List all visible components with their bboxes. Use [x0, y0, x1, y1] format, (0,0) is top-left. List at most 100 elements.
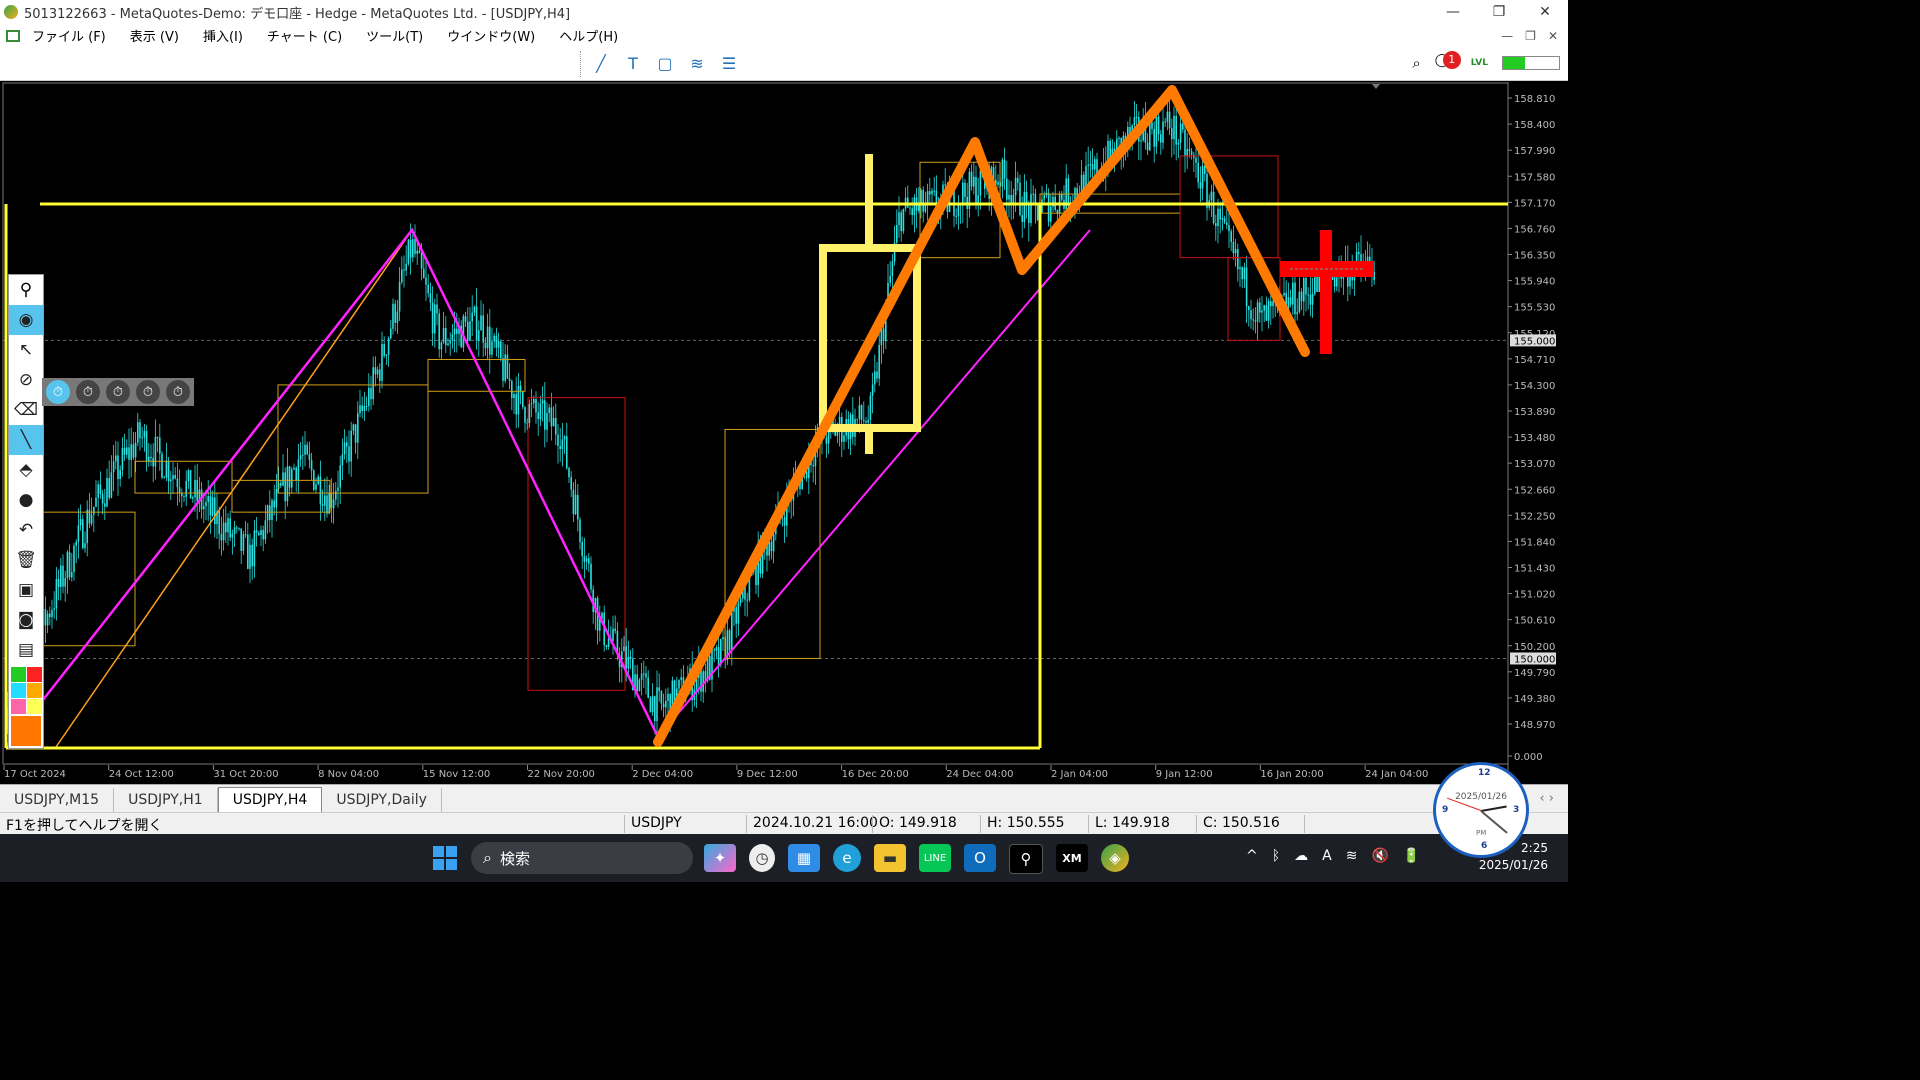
chart-window-icon[interactable]: [6, 29, 20, 42]
candle-body: [874, 371, 876, 385]
pen-icon[interactable]: ╲: [9, 425, 43, 455]
candle-body: [46, 613, 49, 626]
clock-numeral-12: 12: [1478, 768, 1491, 778]
candle-body: [1289, 297, 1292, 305]
candle-body: [53, 608, 55, 610]
candle-body: [60, 565, 62, 588]
projector-icon[interactable]: ▣: [9, 575, 43, 605]
candle-body: [858, 405, 861, 420]
menu-window[interactable]: ウインドウ(W): [447, 26, 535, 45]
ime-icon[interactable]: A: [1322, 848, 1332, 864]
start-button[interactable]: [433, 846, 457, 870]
eye-icon[interactable]: ◉: [9, 305, 43, 335]
trash-icon[interactable]: 🗑: [9, 545, 43, 575]
search-placeholder: 検索: [499, 849, 530, 868]
swatch-red[interactable]: [27, 667, 42, 682]
candle-body: [412, 239, 414, 258]
clock-icon[interactable]: ◷: [749, 844, 775, 872]
volume-muted-icon[interactable]: 🔇: [1371, 848, 1388, 864]
line-icon[interactable]: LINE: [919, 844, 951, 872]
menu-tools[interactable]: ツール(T): [366, 26, 423, 45]
chart-close-button[interactable]: ✕: [1548, 29, 1558, 43]
dot-icon[interactable]: ●: [9, 485, 43, 515]
price-label: 151.020: [1514, 590, 1555, 601]
ruler-icon[interactable]: ⬘: [9, 455, 43, 485]
swatch-pink[interactable]: [11, 699, 26, 714]
tab-usdjpy-h4[interactable]: USDJPY,H4: [217, 787, 323, 812]
candle-body: [563, 436, 566, 440]
analog-clock-widget[interactable]: 12 3 6 9 2025/01/26 PM: [1433, 762, 1529, 858]
channel-tool-icon[interactable]: ☰: [718, 52, 740, 74]
close-button[interactable]: ✕: [1522, 4, 1568, 20]
clipboard-icon[interactable]: ▤: [9, 635, 43, 665]
candle-body: [372, 367, 374, 400]
menu-help[interactable]: ヘルプ(H): [559, 26, 618, 45]
folder-icon[interactable]: ▬: [874, 844, 906, 872]
tab-usdjpy-h1[interactable]: USDJPY,H1: [114, 788, 218, 812]
price-chart[interactable]: 158.810 158.400 157.990 157.580 157.170 156.7…: [0, 82, 1568, 784]
line-tool-icon[interactable]: ╱: [590, 52, 612, 74]
fibonacci-tool-icon[interactable]: ≋: [686, 52, 708, 74]
metatrader-icon[interactable]: ◈: [1101, 844, 1129, 872]
menu-insert[interactable]: 挿入(I): [203, 26, 243, 45]
text-tool-icon[interactable]: T: [622, 52, 644, 74]
wifi-icon[interactable]: ≋: [1346, 848, 1358, 864]
eraser-icon[interactable]: ⌫: [9, 395, 43, 425]
candle-body: [731, 611, 733, 650]
candle-body: [73, 545, 75, 573]
menu-view[interactable]: 表示 (V): [130, 26, 179, 45]
chart-minimize-button[interactable]: —: [1501, 29, 1513, 43]
cloud-icon[interactable]: ☁: [1294, 848, 1308, 864]
candle-body: [902, 208, 905, 232]
edge-icon[interactable]: e: [833, 844, 861, 872]
candle-body: [931, 190, 933, 195]
camera-icon[interactable]: ◙: [9, 605, 43, 635]
minimize-button[interactable]: —: [1430, 4, 1476, 20]
swatch-green[interactable]: [11, 667, 26, 682]
files-icon[interactable]: ▦: [788, 844, 820, 872]
tab-usdjpy-m15[interactable]: USDJPY,M15: [0, 788, 115, 812]
tray-overflow-icon[interactable]: ^: [1246, 848, 1258, 864]
chart-restore-button[interactable]: ❐: [1525, 29, 1536, 43]
xm-icon[interactable]: XM: [1056, 844, 1088, 872]
swatch-amber[interactable]: [27, 683, 42, 698]
rectangle-tool-icon[interactable]: ▢: [654, 52, 676, 74]
stopwatch-icon[interactable]: ⊘: [9, 365, 43, 395]
tabs-scroll-icon[interactable]: ‹ ›: [1539, 791, 1554, 806]
undo-icon[interactable]: ↶: [9, 515, 43, 545]
candle-body: [1179, 123, 1182, 143]
candle-body: [185, 480, 187, 497]
candle-body: [1153, 128, 1155, 147]
cursor-icon[interactable]: ↖: [9, 335, 43, 365]
notifications-button[interactable]: ◯ 1: [1435, 51, 1461, 73]
candle-body: [462, 316, 465, 348]
active-color-swatch[interactable]: [11, 716, 41, 746]
pin-icon[interactable]: ⚲: [9, 275, 43, 305]
candle-body: [99, 484, 102, 494]
candle-body: [489, 326, 491, 355]
timer-2-icon[interactable]: ⏱: [106, 380, 130, 404]
timer-3-icon[interactable]: ⏱: [136, 380, 160, 404]
candle-body: [436, 304, 438, 314]
tab-usdjpy-daily[interactable]: USDJPY,Daily: [322, 788, 442, 812]
maximize-button[interactable]: ❐: [1476, 4, 1522, 20]
candle-body: [1061, 194, 1063, 200]
chart-area[interactable]: 158.810 158.400 157.990 157.580 157.170 156.7…: [0, 82, 1568, 784]
chart-window-controls: — ❐ ✕: [1501, 29, 1558, 43]
swatch-yellow[interactable]: [27, 699, 42, 714]
timer-4-icon[interactable]: ⏱: [166, 380, 190, 404]
candle-body: [205, 502, 207, 507]
menu-file[interactable]: ファイル (F): [32, 26, 106, 45]
system-tray: ^ ᛒ ☁ A ≋ 🔇 🔋: [1246, 848, 1420, 864]
bluetooth-icon[interactable]: ᛒ: [1272, 848, 1280, 864]
outlook-icon[interactable]: O: [964, 844, 996, 872]
battery-icon[interactable]: 🔋: [1403, 848, 1420, 864]
timer-off-icon[interactable]: ⏱: [46, 380, 70, 404]
copilot-icon[interactable]: ✦: [704, 844, 736, 872]
swatch-cyan[interactable]: [11, 683, 26, 698]
timer-1-icon[interactable]: ⏱: [76, 380, 100, 404]
taskbar-search[interactable]: ⌕ 検索: [471, 842, 693, 874]
search-icon[interactable]: ⌕: [1412, 54, 1420, 72]
metaquotes-icon[interactable]: ⚲: [1009, 844, 1043, 874]
menu-chart[interactable]: チャート (C): [267, 26, 342, 45]
